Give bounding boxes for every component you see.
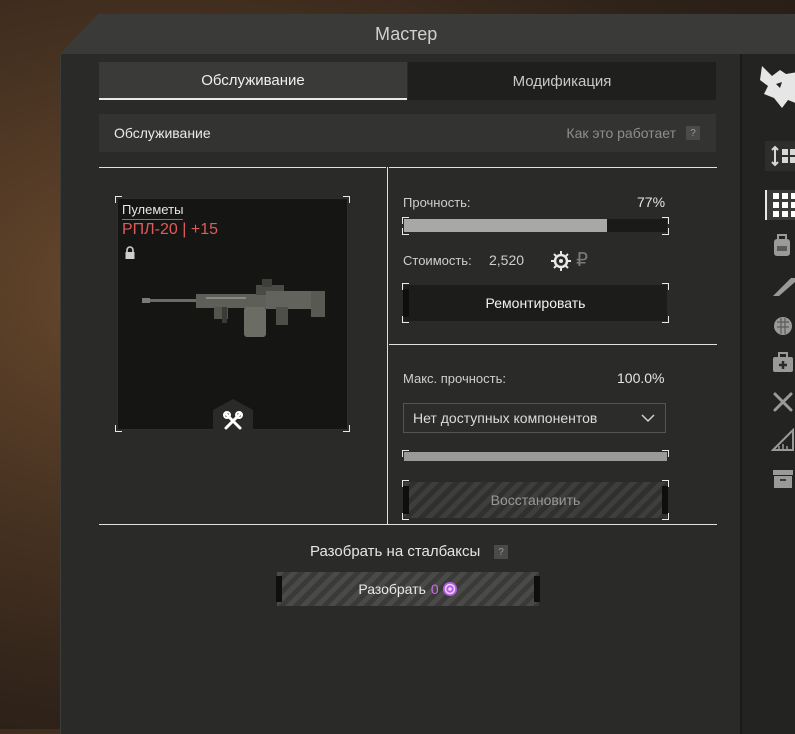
max-durability-fill (404, 452, 667, 461)
cost-label: Стоимость: (403, 253, 472, 268)
corner-mark (115, 196, 122, 203)
corner-mark (402, 513, 409, 520)
durability-value: 77% (637, 194, 666, 210)
corner-mark (662, 217, 669, 224)
item-card[interactable]: Пулеметы РПЛ-20 | +15 (117, 198, 348, 443)
button-edge (403, 486, 409, 514)
divider (99, 167, 386, 168)
restore-button[interactable]: Восстановить (403, 482, 668, 518)
lock-icon (125, 246, 135, 259)
corner-mark (402, 228, 409, 235)
section-header: Обслуживание Как это работает ? (99, 114, 716, 152)
divider (389, 344, 717, 345)
ruble-icon: ₽ (576, 250, 589, 271)
tab-maintenance[interactable]: Обслуживание (99, 62, 407, 100)
tools-icon[interactable] (765, 387, 795, 417)
vertical-divider (387, 167, 388, 524)
corner-mark (662, 450, 669, 457)
item-name: РПЛ-20 | +15 (122, 221, 218, 238)
button-edge (662, 486, 668, 514)
tab-modification[interactable]: Модификация (408, 62, 716, 100)
repair-button-label: Ремонтировать (485, 295, 586, 311)
medkit-icon[interactable] (765, 348, 795, 378)
corner-mark (402, 480, 409, 487)
window-title: Мастер (375, 24, 438, 44)
divider (389, 167, 717, 168)
blueprint-icon[interactable] (765, 425, 795, 455)
max-durability-value: 100.0% (617, 370, 665, 386)
max-durability-bar (404, 452, 667, 461)
durability-label: Прочность: (403, 195, 471, 210)
corner-mark (662, 283, 669, 290)
corner-mark (662, 480, 669, 487)
components-select[interactable]: Нет доступных компонентов (403, 403, 666, 433)
archive-icon[interactable] (765, 464, 795, 494)
repair-button[interactable]: Ремонтировать (403, 285, 667, 321)
corner-mark (402, 283, 409, 290)
disassemble-button-label: Разобрать (358, 581, 426, 597)
how-it-works-link[interactable]: Как это работает (566, 125, 676, 141)
restore-button-label: Восстановить (490, 492, 581, 508)
section-title: Обслуживание (114, 125, 211, 141)
corner-mark (662, 228, 669, 235)
corner-mark (662, 316, 669, 323)
button-edge (534, 576, 540, 602)
divider (99, 524, 717, 525)
corner-mark (343, 425, 350, 432)
wolf-logo-icon (760, 66, 795, 108)
durability-bar (404, 219, 667, 232)
corner-mark (402, 217, 409, 224)
help-icon[interactable]: ? (494, 545, 508, 559)
grid-all-icon[interactable] (765, 190, 795, 220)
disassemble-amount: 0 (430, 581, 439, 597)
machine-gun-image (142, 279, 325, 337)
grenade-icon[interactable] (765, 310, 795, 340)
stalbucks-icon (442, 582, 457, 596)
gear-coin-icon (551, 251, 571, 271)
sort-icon[interactable] (765, 141, 795, 171)
corner-mark (343, 196, 350, 203)
chevron-down-icon (641, 414, 655, 423)
corner-mark (662, 513, 669, 520)
corner-mark (402, 450, 409, 457)
button-edge (403, 289, 409, 317)
durability-fill (404, 219, 607, 232)
disassemble-title: Разобрать на сталбаксы (310, 543, 481, 560)
corner-mark (402, 316, 409, 323)
help-icon[interactable]: ? (686, 126, 700, 140)
backpack-icon[interactable] (765, 231, 795, 261)
rifle-icon[interactable] (765, 271, 795, 301)
components-select-value: Нет доступных компонентов (413, 410, 598, 426)
max-durability-label: Макс. прочность: (403, 371, 506, 386)
button-edge (276, 576, 282, 602)
cost-value: 2,520 (489, 252, 525, 268)
item-category: Пулеметы (122, 202, 184, 220)
corner-mark (115, 425, 122, 432)
disassemble-button[interactable]: Разобрать 0 (276, 572, 540, 606)
